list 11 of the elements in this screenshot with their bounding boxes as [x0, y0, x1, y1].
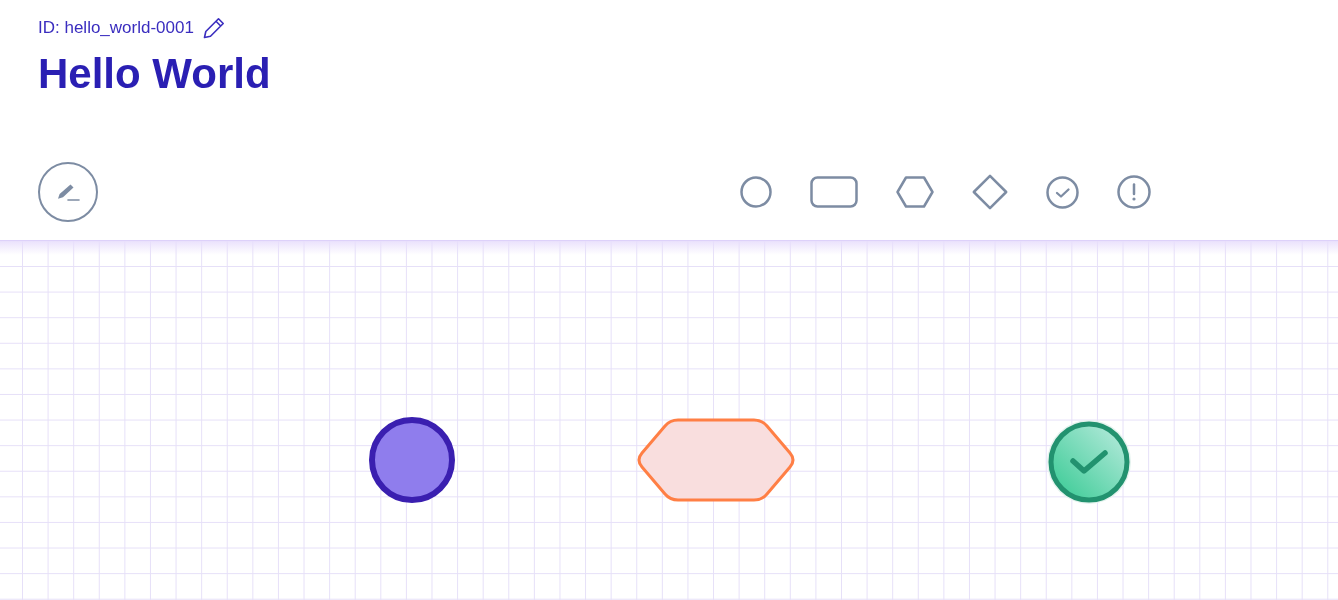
rounded-rectangle-icon[interactable]	[810, 176, 858, 208]
hexagon-icon[interactable]	[896, 176, 934, 208]
exclamation-circle-icon[interactable]	[1117, 175, 1151, 209]
circle-icon[interactable]	[740, 176, 772, 208]
pencil-icon[interactable]	[202, 17, 225, 39]
diamond-icon[interactable]	[972, 174, 1008, 210]
check-circle-icon[interactable]	[1046, 175, 1079, 209]
id-label: ID: hello_world-0001	[38, 18, 194, 38]
page-title: Hello World	[38, 50, 271, 98]
edit-button[interactable]	[38, 162, 98, 222]
pencil-icon	[56, 183, 80, 201]
